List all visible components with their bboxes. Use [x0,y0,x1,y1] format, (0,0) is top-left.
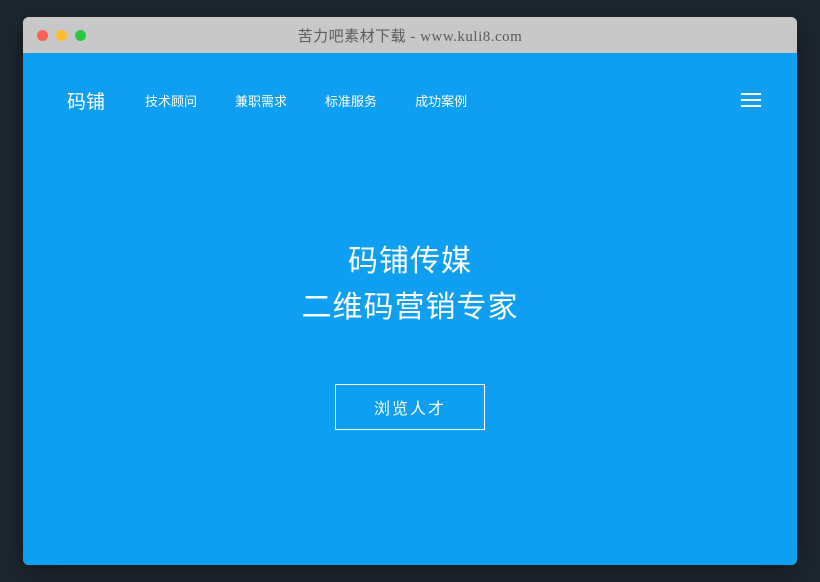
nav-link-tech-consultant[interactable]: 技术顾问 [145,91,197,110]
browser-window: 苦力吧素材下载 - www.kuli8.com 码铺 技术顾问 兼职需求 标准服… [23,17,797,565]
hero-section: 码铺传媒 二维码营销专家 浏览人才 [23,123,797,565]
logo[interactable]: 码铺 [67,87,105,114]
maximize-icon[interactable] [75,30,86,41]
nav-links: 技术顾问 兼职需求 标准服务 成功案例 [145,91,467,110]
browse-talent-button[interactable]: 浏览人才 [335,384,485,430]
hamburger-menu-icon[interactable] [741,93,761,107]
navbar: 码铺 技术顾问 兼职需求 标准服务 成功案例 [23,53,797,123]
hero-title-line2: 二维码营销专家 [302,285,519,332]
nav-link-standard-service[interactable]: 标准服务 [325,91,377,110]
hero-title: 码铺传媒 二维码营销专家 [302,239,519,332]
traffic-lights [37,30,86,41]
page-content: 码铺 技术顾问 兼职需求 标准服务 成功案例 码铺传媒 二维码营销专家 浏览人才 [23,53,797,565]
close-icon[interactable] [37,30,48,41]
minimize-icon[interactable] [56,30,67,41]
window-title: 苦力吧素材下载 - www.kuli8.com [23,25,797,46]
nav-link-success-cases[interactable]: 成功案例 [415,91,467,110]
title-bar: 苦力吧素材下载 - www.kuli8.com [23,17,797,53]
hero-title-line1: 码铺传媒 [302,239,519,286]
nav-link-parttime-demand[interactable]: 兼职需求 [235,91,287,110]
